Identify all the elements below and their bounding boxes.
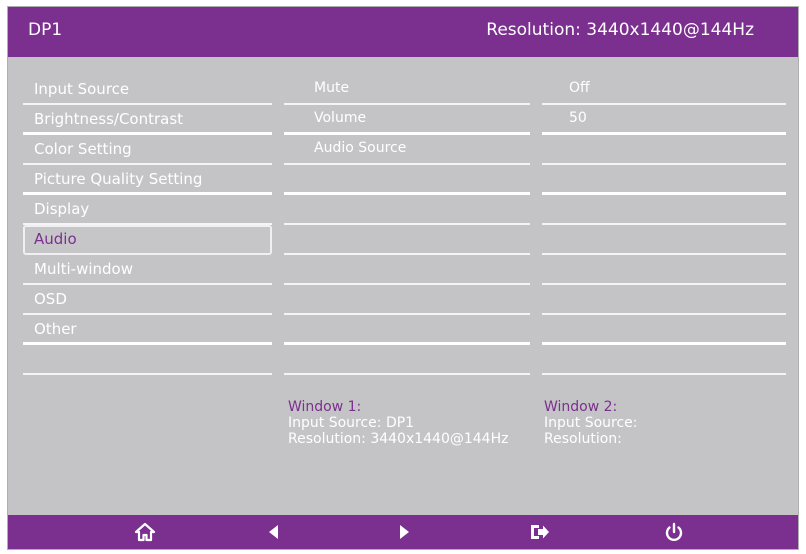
value-empty-row (542, 255, 786, 285)
submenu-empty-row (284, 165, 530, 195)
main-menu: Input Source Brightness/Contrast Color S… (23, 75, 272, 375)
window-1-input: Input Source: DP1 (288, 415, 415, 431)
window-1-resolution: Resolution: 3440x1440@144Hz (288, 431, 509, 447)
window-1-title: Window 1: (288, 399, 362, 415)
window-2-input: Input Source: (544, 415, 638, 431)
value-volume[interactable]: 50 (542, 105, 786, 135)
osd-menu: DP1 Resolution: 3440x1440@144Hz Input So… (7, 6, 799, 550)
menu-item-picture-quality[interactable]: Picture Quality Setting (23, 165, 272, 195)
window-2-title: Window 2: (544, 399, 618, 415)
submenu-empty-row (284, 195, 530, 225)
home-icon[interactable] (134, 521, 156, 543)
value-empty-row (542, 345, 786, 375)
value-empty-row (542, 315, 786, 345)
submenu-empty-row (284, 225, 530, 255)
value-column: Off 50 (542, 75, 786, 375)
value-mute[interactable]: Off (542, 75, 786, 105)
current-input-label: DP1 (28, 20, 63, 40)
menu-item-osd[interactable]: OSD (23, 285, 272, 315)
menu-item-brightness-contrast[interactable]: Brightness/Contrast (23, 105, 272, 135)
menu-item-multi-window[interactable]: Multi-window (23, 255, 272, 285)
submenu-empty-row (284, 315, 530, 345)
left-arrow-icon[interactable] (263, 521, 285, 543)
window-1-info: Window 1: Input Source: DP1 Resolution: … (288, 399, 508, 447)
value-empty-row (542, 195, 786, 225)
menu-item-input-source[interactable]: Input Source (23, 75, 272, 105)
menu-item-display[interactable]: Display (23, 195, 272, 225)
value-empty-row (542, 225, 786, 255)
submenu-empty-row (284, 255, 530, 285)
footer-bar (8, 515, 798, 549)
value-empty-row (542, 285, 786, 315)
window-2-info: Window 2: Input Source: Resolution: (544, 399, 638, 447)
menu-item-other[interactable]: Other (23, 315, 272, 345)
submenu-empty-row (284, 345, 530, 375)
right-arrow-icon[interactable] (393, 521, 415, 543)
value-empty-row (542, 135, 786, 165)
submenu-empty-row (284, 285, 530, 315)
current-resolution-label: Resolution: 3440x1440@144Hz (486, 20, 754, 40)
submenu-item-volume[interactable]: Volume (284, 105, 530, 135)
menu-item-audio[interactable]: Audio (23, 225, 272, 255)
window-2-resolution: Resolution: (544, 431, 622, 447)
power-icon[interactable] (663, 521, 685, 543)
submenu-item-mute[interactable]: Mute (284, 75, 530, 105)
menu-item-color-setting[interactable]: Color Setting (23, 135, 272, 165)
sub-menu: Mute Volume Audio Source (284, 75, 530, 375)
menu-empty-row (23, 345, 272, 375)
exit-icon[interactable] (528, 521, 550, 543)
submenu-item-audio-source[interactable]: Audio Source (284, 135, 530, 165)
header-bar: DP1 Resolution: 3440x1440@144Hz (8, 7, 798, 57)
value-empty-row (542, 165, 786, 195)
